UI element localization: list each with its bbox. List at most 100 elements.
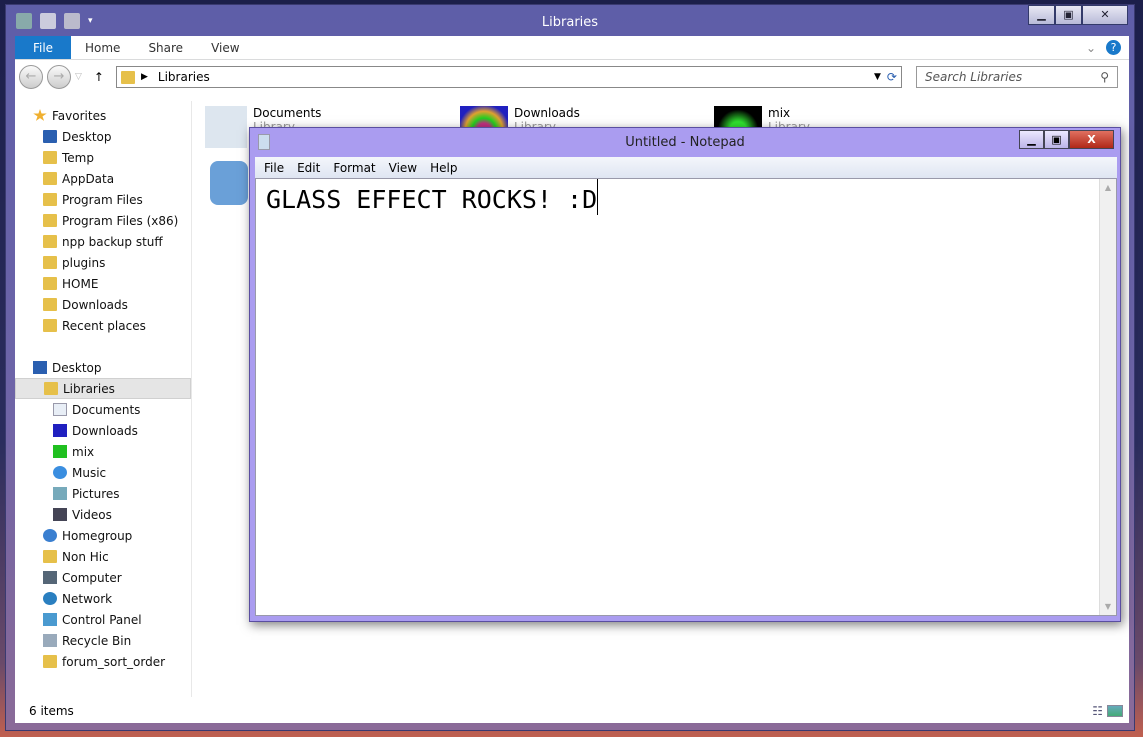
temp-icon [43, 151, 57, 164]
nav-item-label: mix [72, 444, 95, 459]
menu-file[interactable]: File [264, 161, 284, 175]
nav-item-label: Non Hic [62, 549, 109, 564]
notepad-close-button[interactable]: X [1069, 130, 1114, 149]
nav-item-label: Favorites [52, 108, 107, 123]
nav-item-label: Libraries [63, 381, 115, 396]
nav-item-library-mix[interactable]: mix [15, 441, 191, 462]
nav-item-control-panel[interactable]: Control Panel [15, 609, 191, 630]
forum-sort-order-icon [43, 655, 57, 668]
item-name: Documents [253, 106, 322, 120]
downloads-icon [43, 298, 57, 311]
nav-item-favorites[interactable]: Favorites [15, 105, 191, 126]
documents-library-icon [205, 106, 247, 148]
large-icons-view-icon[interactable] [1107, 705, 1123, 717]
desktop-icon [33, 361, 47, 374]
non-hic-icon [43, 550, 57, 563]
back-button[interactable]: ← [19, 65, 43, 89]
nav-item-library-downloads[interactable]: Downloads [15, 420, 191, 441]
nav-item-library-videos[interactable]: Videos [15, 504, 191, 525]
text-editor[interactable]: GLASS EFFECT ROCKS! :D ▲ ▼ [255, 178, 1117, 616]
menu-bar: File Edit Format View Help [255, 157, 1117, 178]
nav-item-program-files[interactable]: Program Files [15, 189, 191, 210]
nav-item-recent-places[interactable]: Recent places [15, 315, 191, 336]
menu-help[interactable]: Help [430, 161, 457, 175]
music-library-icon[interactable] [210, 161, 248, 205]
library-music-icon [53, 466, 67, 479]
nav-item-libraries[interactable]: Libraries [15, 378, 191, 399]
network-icon [43, 592, 57, 605]
nav-item-home[interactable]: HOME [15, 273, 191, 294]
item-count: 6 items [29, 704, 74, 718]
nav-item-label: Program Files (x86) [62, 213, 179, 228]
nav-item-label: forum_sort_order [62, 654, 166, 669]
nav-item-program-files-x86[interactable]: Program Files (x86) [15, 210, 191, 231]
nav-item-label: Computer [62, 570, 122, 585]
menu-view[interactable]: View [389, 161, 417, 175]
appdata-icon [43, 172, 57, 185]
nav-item-label: Pictures [72, 486, 120, 501]
editor-content[interactable]: GLASS EFFECT ROCKS! :D [256, 179, 599, 215]
control-panel-icon [43, 613, 57, 626]
menu-format[interactable]: Format [333, 161, 375, 175]
menu-edit[interactable]: Edit [297, 161, 320, 175]
library-videos-icon [53, 508, 67, 521]
nav-item-label: Downloads [72, 423, 138, 438]
nav-item-library-documents[interactable]: Documents [15, 399, 191, 420]
address-bar[interactable]: ▶ Libraries ▼ ⟳ [115, 66, 902, 88]
nav-item-appdata[interactable]: AppData [15, 168, 191, 189]
nav-item-label: Recent places [62, 318, 146, 333]
notepad-minimize-button[interactable]: ▁ [1019, 130, 1044, 149]
address-text: Libraries [157, 70, 210, 84]
nav-item-non-hic[interactable]: Non Hic [15, 546, 191, 567]
help-icon[interactable]: ? [1106, 40, 1121, 55]
details-view-icon[interactable]: ☷ [1092, 699, 1103, 723]
nav-item-library-pictures[interactable]: Pictures [15, 483, 191, 504]
nav-item-forum-sort-order[interactable]: forum_sort_order [15, 651, 191, 672]
desktop-icon [43, 130, 57, 143]
minimize-button[interactable]: ▁ [1028, 5, 1055, 25]
libraries-icon [120, 70, 135, 84]
refresh-icon[interactable]: ⟳ [887, 70, 897, 84]
address-dropdown-icon[interactable]: ▼ [874, 72, 881, 82]
nav-item-label: plugins [62, 255, 106, 270]
nav-item-computer[interactable]: Computer [15, 567, 191, 588]
tab-file[interactable]: File [15, 36, 71, 59]
library-documents-icon [53, 403, 67, 416]
nav-item-label: Desktop [62, 129, 112, 144]
vertical-scrollbar[interactable]: ▲ ▼ [1099, 179, 1116, 615]
nav-item-temp[interactable]: Temp [15, 147, 191, 168]
nav-item-network[interactable]: Network [15, 588, 191, 609]
tab-share[interactable]: Share [134, 36, 197, 59]
up-button[interactable]: ↑ [94, 70, 104, 84]
tab-view[interactable]: View [197, 36, 253, 59]
nav-item-desktop[interactable]: Desktop [15, 357, 191, 378]
nav-item-library-music[interactable]: Music [15, 462, 191, 483]
maximize-button[interactable]: ▣ [1055, 5, 1082, 25]
tab-home[interactable]: Home [71, 36, 134, 59]
nav-item-homegroup[interactable]: Homegroup [15, 525, 191, 546]
expand-ribbon-icon[interactable]: ⌄ [1086, 41, 1096, 55]
library-mix-icon [53, 445, 67, 458]
nav-item-downloads[interactable]: Downloads [15, 294, 191, 315]
item-name: Downloads [514, 106, 580, 120]
notepad-maximize-button[interactable]: ▣ [1044, 130, 1069, 149]
nav-item-recycle-bin[interactable]: Recycle Bin [15, 630, 191, 651]
computer-icon [43, 571, 57, 584]
nav-item-npp-backup-stuff[interactable]: npp backup stuff [15, 231, 191, 252]
nav-item-label: npp backup stuff [62, 234, 163, 249]
homegroup-icon [43, 529, 57, 542]
forward-button[interactable]: → [47, 65, 71, 89]
home-icon [43, 277, 57, 290]
recent-places-icon [43, 319, 57, 332]
nav-item-desktop[interactable]: Desktop [15, 126, 191, 147]
search-input[interactable]: Search Libraries ⚲ [915, 66, 1118, 88]
search-placeholder: Search Libraries [924, 70, 1023, 84]
close-button[interactable]: ✕ [1082, 5, 1128, 25]
recent-locations-icon[interactable]: ▽ [75, 72, 82, 82]
nav-item-label: Network [62, 591, 113, 606]
chevron-right-icon[interactable]: ▶ [141, 72, 148, 82]
nav-item-label: Recycle Bin [62, 633, 132, 648]
recycle-bin-icon [43, 634, 57, 647]
nav-item-plugins[interactable]: plugins [15, 252, 191, 273]
